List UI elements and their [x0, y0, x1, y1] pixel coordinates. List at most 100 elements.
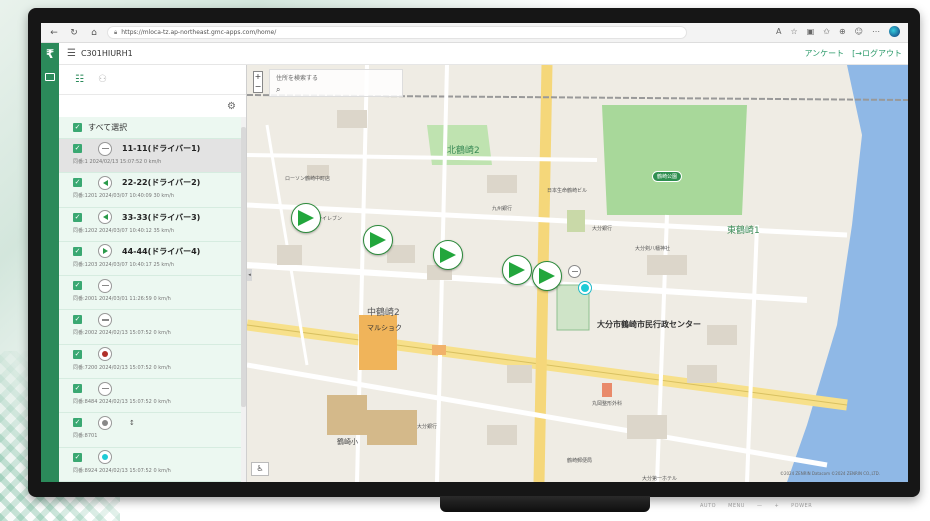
- vehicle-info: 同番:2002 2024/02/13 15:07:52 0 km/h: [73, 330, 171, 337]
- vehicle-checkbox[interactable]: ✓: [73, 246, 82, 256]
- sidebar-scrollbar[interactable]: [241, 117, 246, 482]
- vehicle-list-item[interactable]: ✓ 同番:8924 2024/02/13 15:07:52 0 km/h: [59, 448, 241, 482]
- vehicle-status-icon[interactable]: [98, 312, 112, 327]
- vehicle-info: 同番:1202 2024/03/07 10:40:12 35 km/h: [73, 227, 175, 234]
- map-view[interactable]: + − 住所を検索する ⌕ ◂ 北鶴崎2 鶴崎公園 東鶴崎1 中鶴崎2 大分市鶴崎…: [247, 65, 908, 482]
- collapse-sidebar-handle[interactable]: ◂: [247, 269, 252, 281]
- gear-icon[interactable]: ⚙: [227, 101, 236, 112]
- vehicle-marker[interactable]: [502, 255, 532, 285]
- favorites-icon[interactable]: ✩: [823, 27, 830, 36]
- stopped-icon: [101, 387, 109, 390]
- vehicle-list-item[interactable]: ✓ 同番:7200 2024/02/13 15:07:52 0 km/h: [59, 345, 241, 380]
- survey-link[interactable]: アンケート: [804, 48, 844, 59]
- cyan-dot-icon: [102, 454, 108, 461]
- bicycle-icon[interactable]: ♿︎: [251, 462, 269, 476]
- scrollbar-thumb[interactable]: [241, 127, 246, 407]
- vehicle-checkbox[interactable]: ✓: [73, 212, 82, 222]
- vehicle-name: 44-44(ドライバー4): [122, 246, 201, 256]
- vehicle-status-icon[interactable]: [98, 175, 112, 190]
- header-actions: アンケート [→ログアウト: [804, 48, 902, 59]
- grey-dot-icon: [102, 419, 108, 426]
- vehicle-checkbox[interactable]: ✓: [73, 452, 82, 462]
- vehicle-stopped-marker[interactable]: [568, 265, 581, 278]
- home-icon[interactable]: ⌂: [87, 26, 101, 40]
- vehicle-checkbox[interactable]: ✓: [73, 281, 82, 291]
- vehicle-status-icon[interactable]: [98, 210, 112, 225]
- vehicle-checkbox[interactable]: ✓: [73, 144, 82, 153]
- copilot-icon[interactable]: [889, 26, 900, 37]
- vehicle-status-icon[interactable]: [98, 415, 112, 430]
- vehicle-status-icon[interactable]: [98, 278, 112, 293]
- read-aloud-icon[interactable]: A: [776, 27, 781, 36]
- profile-icon[interactable]: ☺: [855, 27, 863, 36]
- vehicle-list: ✓ すべて選択 ✓ 11-11(ドライバー1) 同番:1 2024/02/13 15…: [59, 117, 241, 482]
- vehicle-status-icon[interactable]: [98, 244, 112, 259]
- vehicle-name: 11-11(ドライバー1): [122, 144, 201, 153]
- vehicle-list-item[interactable]: ✓ 同番:8484 2024/02/13 15:07:52 0 km/h: [59, 379, 241, 414]
- split-screen-icon[interactable]: ▣: [807, 27, 815, 36]
- vehicle-list-item[interactable]: ✓ 22-22(ドライバー2) 同番:1201 2024/03/07 10:40:0…: [59, 173, 241, 208]
- vehicle-list-item[interactable]: ✓ ↕ 同番:8701: [59, 413, 241, 448]
- reload-icon[interactable]: ↻: [67, 26, 81, 40]
- vehicle-status-icon[interactable]: [98, 141, 112, 156]
- arrow-left-icon: [102, 214, 108, 221]
- vehicle-item-header: ✓ 11-11(ドライバー1): [73, 139, 241, 158]
- more-icon[interactable]: ⋯: [872, 27, 880, 36]
- vehicle-item-header: ✓: [73, 276, 241, 295]
- vehicle-status-icon[interactable]: [98, 450, 112, 465]
- place-search-box[interactable]: 住所を検索する ⌕: [269, 69, 403, 97]
- monitor-nav-icon[interactable]: [45, 73, 55, 81]
- vehicle-list-item[interactable]: ✓ 同番:2001 2024/03/01 11:26:59 0 km/h: [59, 276, 241, 311]
- vehicle-checkbox[interactable]: ✓: [73, 418, 82, 428]
- select-all-row[interactable]: ✓ すべて選択: [59, 117, 241, 139]
- vehicle-checkbox[interactable]: ✓: [73, 315, 82, 325]
- vehicle-item-header: ✓ 22-22(ドライバー2): [73, 173, 241, 192]
- logout-link[interactable]: [→ログアウト: [852, 48, 902, 59]
- vehicle-list-item[interactable]: ✓ 44-44(ドライバー4) 同番:1203 2024/03/07 10:40:1…: [59, 242, 241, 277]
- zoom-control[interactable]: + −: [253, 71, 263, 93]
- monitor-button: —: [756, 503, 763, 509]
- hamburger-menu-icon[interactable]: ☰: [67, 48, 76, 59]
- vehicle-cyan-marker[interactable]: [578, 281, 592, 295]
- dot-icon: [581, 284, 589, 292]
- vehicle-list-item[interactable]: ✓ 11-11(ドライバー1) 同番:1 2024/02/13 15:07:52 0…: [59, 139, 241, 174]
- place-search-placeholder: 住所を検索する: [276, 75, 319, 82]
- vehicle-list-item[interactable]: ✓ 33-33(ドライバー3) 同番:1202 2024/03/07 10:40:1…: [59, 208, 241, 242]
- red-dot-icon: [102, 351, 108, 358]
- app-title: C301HIURH1: [80, 49, 133, 58]
- vehicle-item-header: ✓: [73, 448, 241, 467]
- address-bar[interactable]: 🔒︎ https://mloca-tz.ap-northeast.gmc-app…: [107, 26, 687, 39]
- list-view-tab-icon[interactable]: ☷: [75, 74, 84, 85]
- vehicle-info: 同番:7200 2024/02/13 15:07:52 0 km/h: [73, 364, 171, 371]
- vehicle-status-icon[interactable]: [98, 381, 112, 396]
- vehicle-list-item[interactable]: ✓ 同番:2002 2024/02/13 15:07:52 0 km/h: [59, 310, 241, 345]
- vehicle-checkbox[interactable]: ✓: [73, 349, 82, 359]
- browser-actions: A ☆ ▣ ✩ ⊕ ☺ ⋯: [776, 26, 900, 37]
- vehicle-item-header: ✓: [73, 310, 241, 329]
- photo-stage: AUTO MENU — + POWER ← ↻ ⌂ 🔒︎ https://mlo…: [0, 0, 930, 521]
- vehicle-checkbox[interactable]: ✓: [73, 178, 82, 188]
- group-view-tab-icon[interactable]: ⚇: [98, 74, 107, 85]
- vehicle-item-header: ✓: [73, 379, 241, 398]
- vehicle-marker[interactable]: [433, 240, 463, 270]
- vehicle-sidebar: ☷ ⚇ ⚙ ✓ すべて選択 ✓ 11-11(ドライバー1) 同番:1 2024/02…: [59, 65, 247, 482]
- vehicle-checkbox[interactable]: ✓: [73, 384, 82, 394]
- vehicle-marker[interactable]: [291, 203, 321, 233]
- favorite-star-icon[interactable]: ☆: [791, 27, 798, 36]
- monitor-screen: ← ↻ ⌂ 🔒︎ https://mloca-tz.ap-northeast.g…: [41, 23, 908, 482]
- map-label-naka2: 中鶴崎2: [367, 308, 400, 318]
- back-icon[interactable]: ←: [47, 26, 61, 40]
- vehicle-marker[interactable]: [532, 261, 562, 291]
- vehicle-info: 同番:1203 2024/03/07 10:40:17 25 km/h: [73, 261, 175, 268]
- vehicle-items: ✓ 11-11(ドライバー1) 同番:1 2024/02/13 15:07:52 0…: [59, 139, 241, 482]
- select-all-checkbox[interactable]: ✓: [73, 123, 82, 132]
- search-icon[interactable]: ⌕: [276, 85, 396, 95]
- stopped-icon: [101, 319, 109, 321]
- collections-icon[interactable]: ⊕: [839, 27, 846, 36]
- vehicle-status-icon[interactable]: [98, 347, 112, 362]
- vehicle-info: 同番:1 2024/02/13 15:07:52 0 km/h: [73, 159, 162, 165]
- vehicle-item-header: ✓: [73, 345, 241, 364]
- arrow-right-icon: [539, 268, 555, 284]
- arrow-right-icon: [440, 247, 456, 263]
- vehicle-marker[interactable]: [363, 225, 393, 255]
